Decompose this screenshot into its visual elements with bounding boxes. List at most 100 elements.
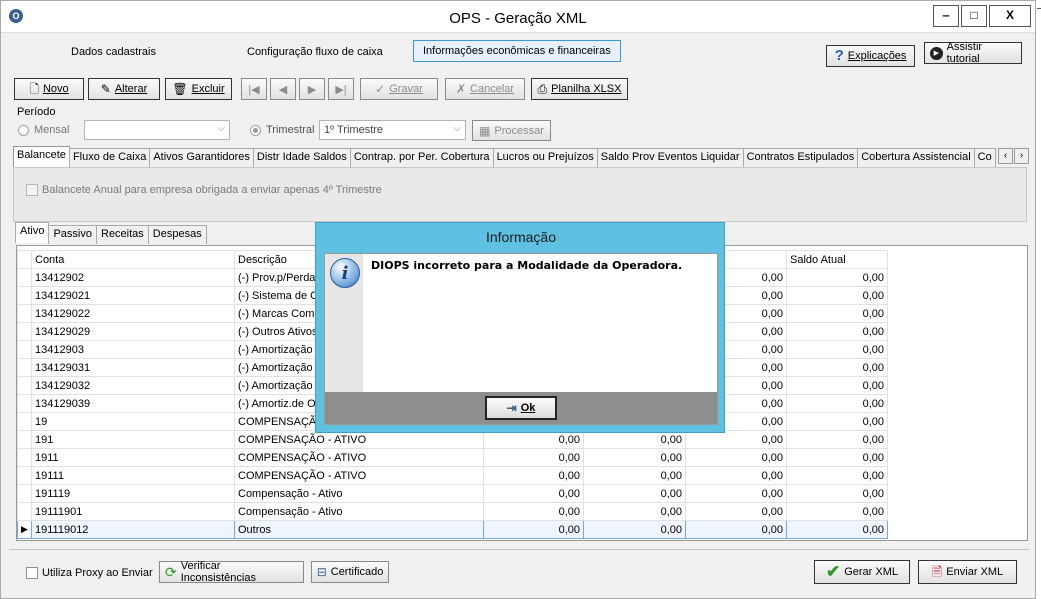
prev-record-button[interactable]: ◀ <box>270 78 296 100</box>
mensal-select[interactable]: ⌵ <box>84 120 230 140</box>
excluir-button[interactable]: 🗑 Excluir <box>165 78 232 100</box>
table-cell[interactable]: 0,00 <box>483 448 584 467</box>
tab-receitas[interactable]: Receitas <box>96 225 149 244</box>
table-cell[interactable]: 0,00 <box>786 520 888 539</box>
table-cell[interactable]: 13412902 <box>31 268 235 287</box>
table-row[interactable]: 19111 COMPENSAÇÃO - ATIVO 0,00 0,00 0,00 0,00 <box>17 466 888 485</box>
table-cell[interactable]: 0,00 <box>483 466 584 485</box>
table-cell[interactable]: 0,00 <box>685 520 787 539</box>
table-cell[interactable]: 0,00 <box>583 466 686 485</box>
table-cell[interactable]: 0,00 <box>583 520 686 539</box>
table-cell[interactable]: 0,00 <box>685 484 787 503</box>
table-cell[interactable]: 13412903 <box>31 340 235 359</box>
tab-fluxo-de-caixa[interactable]: Fluxo de Caixa <box>68 148 151 167</box>
tab-passivo[interactable]: Passivo <box>48 225 97 244</box>
table-cell[interactable]: 0,00 <box>786 466 888 485</box>
processar-button[interactable]: ▦ Processar <box>472 120 551 141</box>
table-cell[interactable]: 0,00 <box>685 502 787 521</box>
table-cell[interactable]: 0,00 <box>786 430 888 449</box>
table-cell[interactable]: 19111901 <box>31 502 235 521</box>
table-cell[interactable]: 0,00 <box>583 430 686 449</box>
table-cell[interactable]: 19111 <box>31 466 235 485</box>
table-cell[interactable]: 191119 <box>31 484 235 503</box>
verificar-inconsistencias-button[interactable]: ⟳ Verificar Inconsistências <box>159 560 304 584</box>
trimestre-select[interactable]: 1º Trimestre ⌵ <box>319 120 466 140</box>
tab-contrap-por-per-cobertura[interactable]: Contrap. por Per. Cobertura <box>349 148 494 167</box>
table-cell[interactable]: 134129031 <box>31 358 235 377</box>
tab-saldo-prov-eventos-liquidar[interactable]: Saldo Prov Eventos Liquidar <box>596 148 744 167</box>
alterar-button[interactable]: ✎ Alterar <box>88 78 160 100</box>
table-cell[interactable]: 0,00 <box>786 484 888 503</box>
tab-co-truncated[interactable]: Co <box>973 148 996 167</box>
table-row[interactable]: 191 COMPENSAÇÃO - ATIVO 0,00 0,00 0,00 0,00 <box>17 430 888 449</box>
tab-balancete[interactable]: Balancete <box>13 146 70 167</box>
tab-ativos-garantidores[interactable]: Ativos Garantidores <box>149 148 254 167</box>
balancete-anual-checkbox[interactable] <box>26 184 38 196</box>
table-row[interactable]: 191119 Compensação - Ativo 0,00 0,00 0,00 0,0… <box>17 484 888 503</box>
table-cell[interactable]: 134129039 <box>31 394 235 413</box>
table-cell[interactable]: 191119012 <box>31 520 235 539</box>
table-cell[interactable]: 0,00 <box>685 430 787 449</box>
tab-contratos-estipulados[interactable]: Contratos Estipulados <box>742 148 859 167</box>
nav-informacoes-economicas[interactable]: Informações econômicas e financeiras <box>413 40 621 62</box>
table-cell[interactable]: Compensação - Ativo <box>234 484 484 503</box>
table-cell[interactable]: 0,00 <box>786 412 888 431</box>
table-row[interactable]: 19111901 Compensação - Ativo 0,00 0,00 0,00 0… <box>17 502 888 521</box>
gerar-xml-button[interactable]: ✔ Gerar XML <box>814 560 910 584</box>
tab-cobertura-assistencial[interactable]: Cobertura Assistencial <box>857 148 975 167</box>
table-cell[interactable]: 0,00 <box>483 484 584 503</box>
table-cell[interactable]: COMPENSAÇÃO - ATIVO <box>234 448 484 467</box>
column-header-saldo-atual[interactable]: Saldo Atual <box>786 250 888 269</box>
close-button[interactable]: X <box>989 5 1031 27</box>
last-record-button[interactable]: ▶| <box>328 78 354 100</box>
trimestral-radio[interactable] <box>250 125 261 136</box>
table-cell[interactable]: 134129029 <box>31 322 235 341</box>
tab-scroll-left-button[interactable]: ‹ <box>998 148 1013 164</box>
table-cell[interactable]: 134129022 <box>31 304 235 323</box>
table-cell[interactable]: 134129021 <box>31 286 235 305</box>
table-cell[interactable]: Outros <box>234 520 484 539</box>
table-row[interactable]: 1911 COMPENSAÇÃO - ATIVO 0,00 0,00 0,00 0,00 <box>17 448 888 467</box>
assistir-tutorial-button[interactable]: ▶ Assistir tutorial <box>924 41 1022 65</box>
maximize-button[interactable]: □ <box>961 5 987 27</box>
table-cell[interactable]: 0,00 <box>685 466 787 485</box>
table-cell[interactable]: 0,00 <box>786 322 888 341</box>
table-cell[interactable]: 0,00 <box>583 502 686 521</box>
table-cell[interactable]: 134129032 <box>31 376 235 395</box>
table-cell[interactable]: 0,00 <box>483 520 584 539</box>
first-record-button[interactable]: |◀ <box>241 78 267 100</box>
table-cell[interactable]: 0,00 <box>786 304 888 323</box>
ok-button[interactable]: ⇥ Ok <box>485 396 557 420</box>
table-cell[interactable]: 1911 <box>31 448 235 467</box>
tab-ativo[interactable]: Ativo <box>15 222 50 243</box>
tab-scroll-right-button[interactable]: › <box>1014 148 1029 164</box>
table-cell[interactable]: 191 <box>31 430 235 449</box>
table-cell[interactable]: 0,00 <box>583 448 686 467</box>
next-record-button[interactable]: ▶ <box>299 78 325 100</box>
table-cell[interactable]: 19 <box>31 412 235 431</box>
planilha-xlsx-button[interactable]: ⎙ Planilha XLSX <box>531 78 628 100</box>
table-cell[interactable]: Compensação - Ativo <box>234 502 484 521</box>
table-cell[interactable]: 0,00 <box>786 376 888 395</box>
nav-configuracao-fluxo[interactable]: Configuração fluxo de caixa <box>247 46 383 58</box>
enviar-xml-button[interactable]: 🗎 Enviar XML <box>918 560 1017 584</box>
table-cell[interactable]: 0,00 <box>786 358 888 377</box>
table-cell[interactable]: 0,00 <box>786 394 888 413</box>
minimize-button[interactable]: ‒ <box>933 5 959 27</box>
table-cell[interactable]: COMPENSAÇÃO - ATIVO <box>234 430 484 449</box>
certificado-button[interactable]: ⊟ Certificado <box>311 561 389 583</box>
table-cell[interactable]: 0,00 <box>786 340 888 359</box>
table-cell[interactable]: 0,00 <box>786 268 888 287</box>
gravar-button[interactable]: ✓ Gravar <box>360 78 438 100</box>
table-cell[interactable]: 0,00 <box>583 484 686 503</box>
column-header-conta[interactable]: Conta <box>31 250 235 269</box>
table-cell[interactable]: 0,00 <box>786 286 888 305</box>
table-cell[interactable]: 0,00 <box>685 448 787 467</box>
table-cell[interactable]: 0,00 <box>786 502 888 521</box>
explicacoes-button[interactable]: ? Explicações <box>826 45 915 67</box>
table-row[interactable]: ▶ 191119012 Outros 0,00 0,00 0,00 0,00 <box>17 520 888 539</box>
nav-dados-cadastrais[interactable]: Dados cadastrais <box>71 46 156 58</box>
proxy-checkbox[interactable] <box>26 567 38 579</box>
novo-button[interactable]: 🗋 Novo <box>14 78 84 100</box>
table-cell[interactable]: 0,00 <box>483 430 584 449</box>
